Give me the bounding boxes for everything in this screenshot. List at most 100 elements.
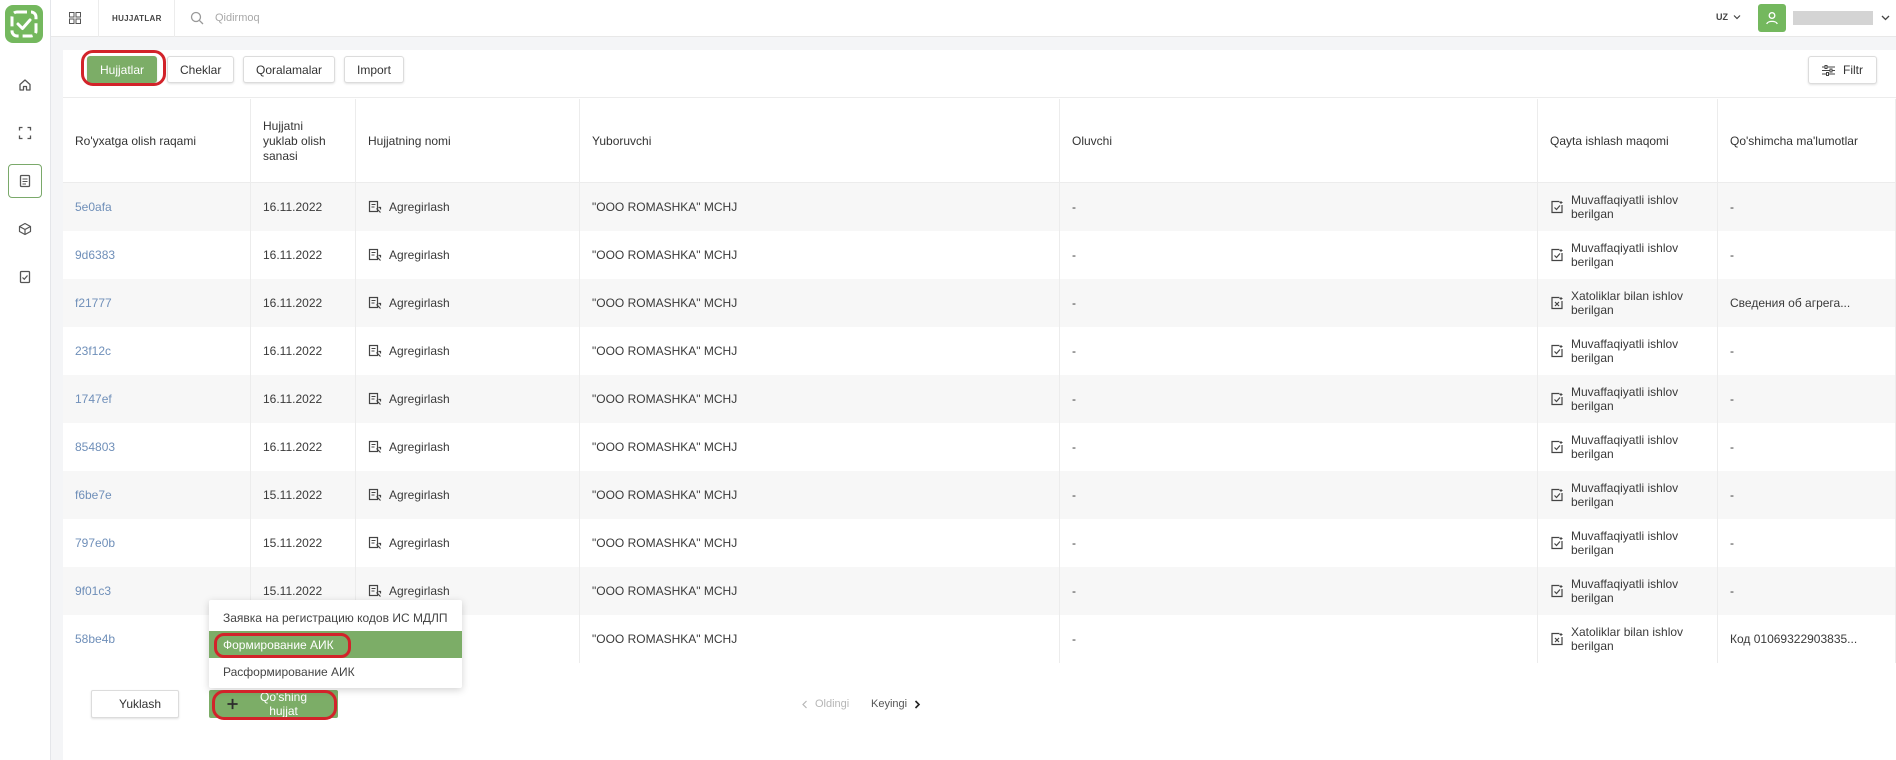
document-stack-icon	[368, 296, 382, 309]
divider	[174, 0, 175, 37]
status-error-icon	[1551, 296, 1563, 310]
status-success-icon	[1551, 344, 1563, 358]
registration-number-link[interactable]: 854803	[63, 423, 251, 471]
header-upload-date[interactable]: Hujjatni yuklab olish sanasi	[251, 99, 356, 183]
table-body: 5e0afa 16.11.2022 Agregirlash "OOO ROMASHKA…	[63, 183, 1896, 663]
status-text: Muvaffaqiyatli ishlov berilgan	[1571, 241, 1679, 269]
search-input[interactable]	[215, 8, 615, 28]
user-avatar[interactable]	[1758, 4, 1786, 32]
status-text: Muvaffaqiyatli ishlov berilgan	[1571, 481, 1679, 509]
document-name-cell: Agregirlash	[356, 327, 580, 375]
pagination-previous[interactable]: Oldingi	[801, 698, 849, 710]
sender-cell: "OOO ROMASHKA" MCHJ	[580, 375, 1060, 423]
add-document-label: Qo'shing hujjat	[260, 690, 308, 718]
receiver-cell: -	[1060, 375, 1538, 423]
header-additional-info[interactable]: Qo'shimcha ma'lumotlar	[1718, 99, 1896, 183]
left-navigation	[0, 0, 51, 760]
sender-cell: "OOO ROMASHKA" MCHJ	[580, 327, 1060, 375]
upload-date-cell: 16.11.2022	[251, 183, 356, 231]
receiver-cell: -	[1060, 279, 1538, 327]
divider	[98, 0, 99, 37]
tab-import[interactable]: Import	[344, 56, 405, 83]
app-logo-icon[interactable]	[5, 5, 43, 43]
nav-box-icon[interactable]	[8, 212, 42, 246]
filter-button[interactable]: Filtr	[1808, 56, 1877, 84]
status-text: Xatoliklar bilan ishlov berilgan	[1571, 625, 1684, 653]
sender-cell: "OOO ROMASHKA" MCHJ	[580, 279, 1060, 327]
registration-number-link[interactable]: 1747ef	[63, 375, 251, 423]
table-row[interactable]: 9d6383 16.11.2022 Agregirlash "OOO ROMASHKA…	[63, 231, 1896, 279]
documents-table: Ro'yxatga olish raqami Hujjatni yuklab ol…	[63, 99, 1896, 663]
receiver-cell: -	[1060, 327, 1538, 375]
tab-qoralamalar[interactable]: Qoralamalar	[243, 56, 336, 83]
dropdown-item-aik-formation[interactable]: Формирование АИК	[209, 631, 462, 658]
chevron-down-icon[interactable]	[1733, 13, 1741, 21]
nav-documents-icon[interactable]	[8, 164, 42, 198]
table-row[interactable]: f21777 16.11.2022 Agregirlash "OOO ROMASHKA…	[63, 279, 1896, 327]
next-label: Keyingi	[871, 698, 908, 710]
header-document-name[interactable]: Hujjatning nomi	[356, 99, 580, 183]
tab-hujjatlar[interactable]: Hujjatlar	[87, 56, 158, 83]
nav-scan-icon[interactable]	[8, 116, 42, 150]
additional-info-cell: -	[1718, 327, 1896, 375]
status-text: Muvaffaqiyatli ishlov berilgan	[1571, 337, 1679, 365]
pagination-next[interactable]: Keyingi	[871, 698, 921, 710]
table-row[interactable]: 5e0afa 16.11.2022 Agregirlash "OOO ROMASHKA…	[63, 183, 1896, 231]
registration-number-link[interactable]: 9d6383	[63, 231, 251, 279]
additional-info-cell: -	[1718, 183, 1896, 231]
document-name-cell: Agregirlash	[356, 279, 580, 327]
upload-date-cell: 16.11.2022	[251, 231, 356, 279]
table-row[interactable]: 797e0b 15.11.2022 Agregirlash "OOO ROMASHKA…	[63, 519, 1896, 567]
table-row[interactable]: 23f12c 16.11.2022 Agregirlash "OOO ROMASHKA…	[63, 327, 1896, 375]
upload-button[interactable]: Yuklash	[91, 690, 179, 718]
upload-date-cell: 16.11.2022	[251, 279, 356, 327]
processing-status-cell: Muvaffaqiyatli ishlov berilgan	[1538, 327, 1718, 375]
document-name: Agregirlash	[389, 584, 450, 598]
document-name: Agregirlash	[389, 296, 450, 310]
nav-home-icon[interactable]	[8, 68, 42, 102]
status-success-icon	[1551, 488, 1563, 502]
processing-status-cell: Muvaffaqiyatli ishlov berilgan	[1538, 423, 1718, 471]
registration-number-link[interactable]: 23f12c	[63, 327, 251, 375]
apps-grid-icon[interactable]	[69, 12, 81, 24]
header-registration-number[interactable]: Ro'yxatga olish raqami	[63, 99, 251, 183]
header-receiver[interactable]: Oluvchi	[1060, 99, 1538, 183]
status-success-icon	[1551, 536, 1563, 550]
table-row[interactable]: 1747ef 16.11.2022 Agregirlash "OOO ROMASHKA…	[63, 375, 1896, 423]
additional-info-cell: -	[1718, 375, 1896, 423]
header-sender[interactable]: Yuboruvchi	[580, 99, 1060, 183]
logo-check-icon	[10, 10, 38, 38]
add-document-button[interactable]: Qo'shing hujjat	[209, 690, 338, 718]
document-name-cell: Agregirlash	[356, 375, 580, 423]
header-processing-status[interactable]: Qayta ishlash maqomi	[1538, 99, 1718, 183]
registration-number-link[interactable]: f21777	[63, 279, 251, 327]
processing-status-cell: Muvaffaqiyatli ishlov berilgan	[1538, 183, 1718, 231]
table-row[interactable]: 854803 16.11.2022 Agregirlash "OOO ROMASHKA…	[63, 423, 1896, 471]
registration-number-link[interactable]: f6be7e	[63, 471, 251, 519]
document-name-cell: Agregirlash	[356, 519, 580, 567]
upload-date-cell: 16.11.2022	[251, 423, 356, 471]
registration-number-link[interactable]: 797e0b	[63, 519, 251, 567]
registration-number-link[interactable]: 5e0afa	[63, 183, 251, 231]
table-row[interactable]: f6be7e 15.11.2022 Agregirlash "OOO ROMASHKA…	[63, 471, 1896, 519]
nav-check-report-icon[interactable]	[8, 260, 42, 294]
dropdown-item-aik-disbanding[interactable]: Расформирование АИК	[209, 658, 462, 685]
document-name: Agregirlash	[389, 248, 450, 262]
document-stack-icon	[368, 536, 382, 549]
status-error-icon	[1551, 632, 1563, 646]
additional-info-cell: Код 01069322903835...	[1718, 615, 1896, 663]
add-document-dropdown: Заявка на регистрацию кодов ИС МДЛП Форм…	[209, 600, 462, 688]
additional-info-cell: Сведения об агрега...	[1718, 279, 1896, 327]
dropdown-item-mdlp-registration[interactable]: Заявка на регистрацию кодов ИС МДЛП	[209, 604, 462, 631]
user-name-redacted[interactable]	[1793, 11, 1873, 25]
chevron-right-icon	[915, 699, 921, 709]
status-success-icon	[1551, 248, 1563, 262]
tabs-bar: Hujjatlar Cheklar Qoralamalar Import Fil…	[63, 50, 1896, 98]
document-stack-icon	[368, 488, 382, 501]
document-stack-icon	[368, 200, 382, 213]
status-success-icon	[1551, 392, 1563, 406]
receiver-cell: -	[1060, 615, 1538, 663]
chevron-down-icon[interactable]	[1881, 13, 1890, 22]
language-selector[interactable]: UZ	[1716, 12, 1728, 22]
tab-cheklar[interactable]: Cheklar	[167, 56, 235, 83]
